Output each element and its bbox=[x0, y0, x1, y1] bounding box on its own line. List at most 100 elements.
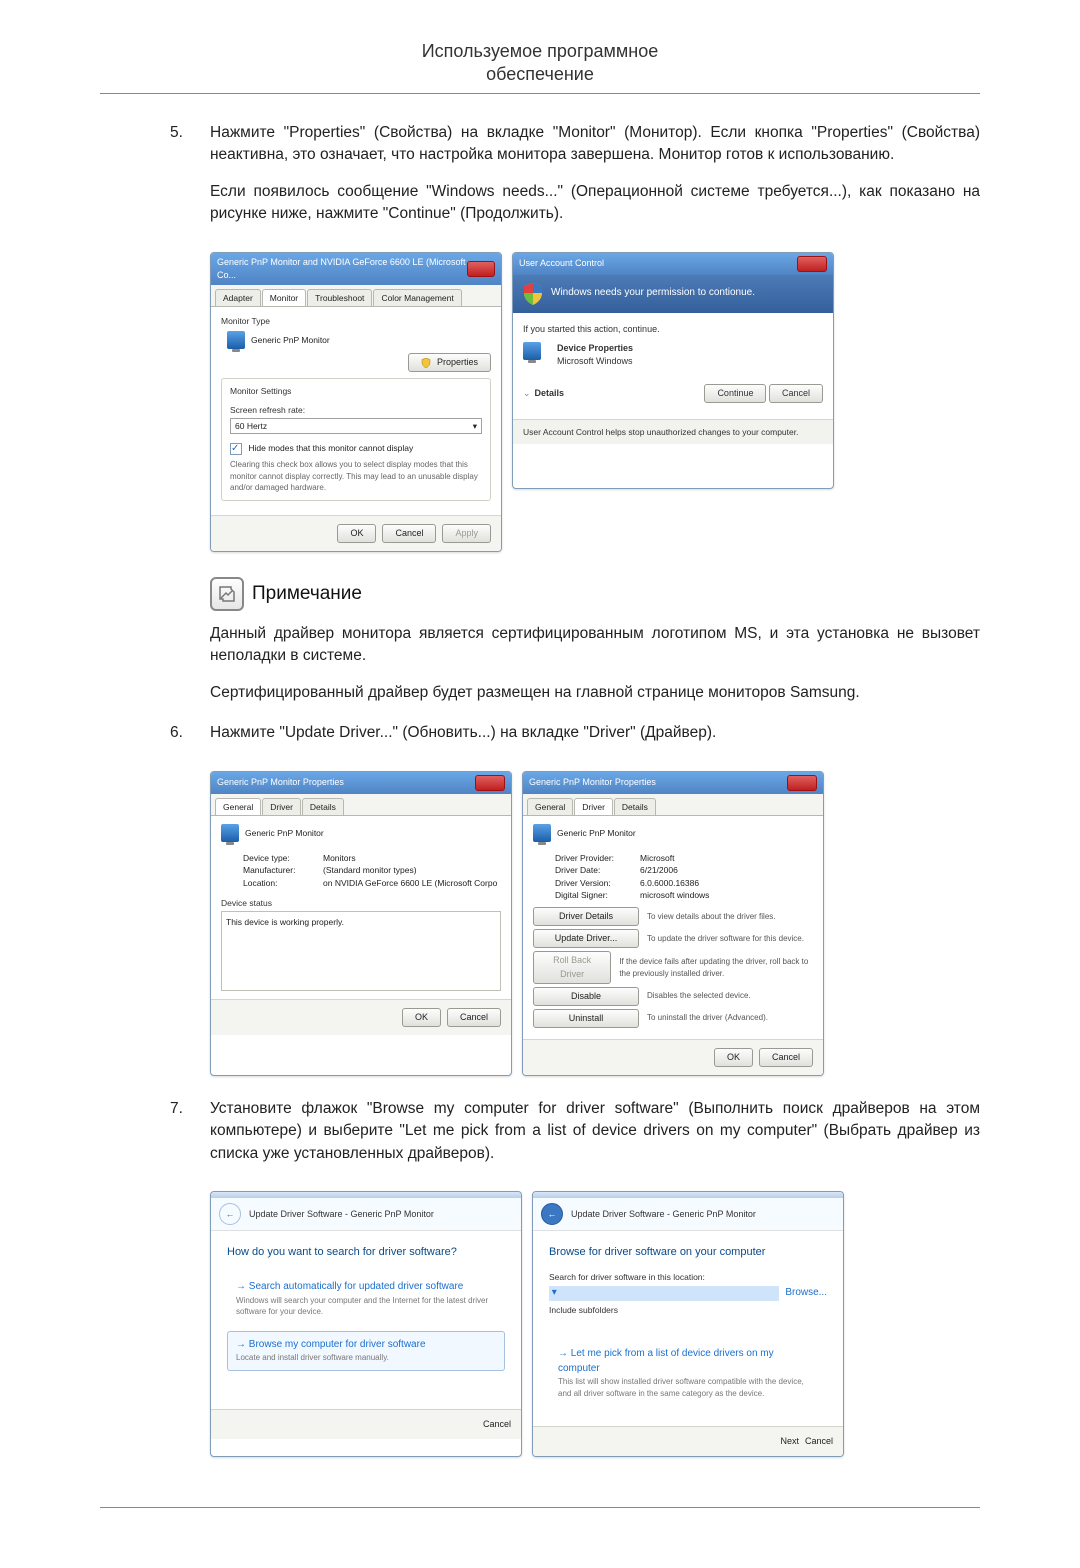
window-title: Generic PnP Monitor Properties bbox=[217, 776, 344, 789]
location-value: on NVIDIA GeForce 6600 LE (Microsoft Cor… bbox=[323, 877, 497, 889]
device-type-value: Monitors bbox=[323, 852, 356, 864]
option-pick-from-list[interactable]: → Let me pick from a list of device driv… bbox=[549, 1340, 827, 1406]
tab-color-management[interactable]: Color Management bbox=[373, 289, 461, 306]
refresh-rate-select[interactable]: 60 Hertz ▾ bbox=[230, 418, 482, 434]
ok-button[interactable]: OK bbox=[402, 1008, 441, 1027]
chevron-down-icon[interactable]: ⌄ bbox=[523, 387, 531, 400]
step-6: 6. Нажмите "Update Driver..." (Обновить.… bbox=[170, 722, 980, 758]
refresh-rate-label: Screen refresh rate: bbox=[230, 404, 482, 416]
content: 5. Нажмите "Properties" (Свойства) на вк… bbox=[100, 122, 980, 1458]
driver-props-general-window: Generic PnP Monitor Properties General D… bbox=[210, 771, 512, 1076]
monitor-settings-label: Monitor Settings bbox=[230, 385, 482, 397]
monitor-icon bbox=[221, 824, 239, 842]
apply-button[interactable]: Apply bbox=[442, 524, 491, 543]
hide-modes-label: Hide modes that this monitor cannot disp… bbox=[248, 443, 413, 453]
monitor-icon bbox=[227, 331, 245, 349]
tab-general[interactable]: General bbox=[527, 798, 573, 815]
monitor-type-label: Monitor Type bbox=[221, 315, 491, 327]
digital-signer-value: microsoft windows bbox=[640, 889, 709, 901]
continue-button[interactable]: Continue bbox=[704, 384, 766, 403]
cancel-button[interactable]: Cancel bbox=[769, 384, 823, 403]
driver-version-label: Driver Version: bbox=[555, 877, 640, 889]
chevron-down-icon: ▾ bbox=[552, 1287, 557, 1298]
figure-group-1: Generic PnP Monitor and NVIDIA GeForce 6… bbox=[210, 252, 980, 552]
note-para-1: Данный драйвер монитора является сертифи… bbox=[210, 623, 980, 668]
note-block: Примечание Данный драйвер монитора являе… bbox=[210, 577, 980, 704]
hide-modes-checkbox[interactable] bbox=[230, 443, 242, 455]
monitor-icon bbox=[533, 824, 551, 842]
wizard-headline: How do you want to search for driver sof… bbox=[227, 1245, 505, 1261]
tab-general[interactable]: General bbox=[215, 798, 261, 815]
step-5: 5. Нажмите "Properties" (Свойства) на вк… bbox=[170, 122, 980, 240]
close-icon[interactable] bbox=[475, 775, 505, 791]
titlebar: Generic PnP Monitor Properties bbox=[211, 772, 511, 794]
device-type-label: Device type: bbox=[243, 852, 323, 864]
browse-button[interactable]: Browse... bbox=[785, 1286, 827, 1301]
titlebar: User Account Control bbox=[513, 253, 833, 275]
tab-driver[interactable]: Driver bbox=[262, 798, 301, 815]
figure-group-2: Generic PnP Monitor Properties General D… bbox=[210, 771, 980, 1076]
uac-app-name: Device Properties bbox=[557, 342, 633, 355]
update-driver-button[interactable]: Update Driver... bbox=[533, 929, 639, 948]
next-button[interactable]: Next bbox=[780, 1435, 799, 1448]
window-title: Generic PnP Monitor Properties bbox=[529, 776, 656, 789]
tab-details[interactable]: Details bbox=[302, 798, 344, 815]
driver-details-desc: To view details about the driver files. bbox=[647, 911, 776, 923]
driver-version-value: 6.0.6000.16386 bbox=[640, 877, 699, 889]
cancel-button[interactable]: Cancel bbox=[759, 1048, 813, 1067]
update-driver-wizard-browse: ← Update Driver Software - Generic PnP M… bbox=[532, 1191, 844, 1457]
update-driver-desc: To update the driver software for this d… bbox=[647, 933, 804, 945]
driver-date-label: Driver Date: bbox=[555, 864, 640, 876]
page-header: Используемое программное обеспечение bbox=[100, 40, 980, 94]
step-5-para-2: Если появилось сообщение "Windows needs.… bbox=[210, 181, 980, 226]
uac-header-bar: Windows needs your permission to contion… bbox=[513, 275, 833, 313]
uninstall-button[interactable]: Uninstall bbox=[533, 1009, 639, 1028]
driver-provider-value: Microsoft bbox=[640, 852, 674, 864]
disable-desc: Disables the selected device. bbox=[647, 990, 751, 1002]
window-title: User Account Control bbox=[519, 257, 604, 270]
back-arrow-icon[interactable]: ← bbox=[219, 1203, 241, 1225]
uac-if-started: If you started this action, continue. bbox=[523, 323, 823, 336]
document-page: Используемое программное обеспечение 5. … bbox=[0, 0, 1080, 1568]
breadcrumb: Update Driver Software - Generic PnP Mon… bbox=[249, 1208, 434, 1221]
shield-icon bbox=[421, 358, 431, 368]
ok-button[interactable]: OK bbox=[714, 1048, 753, 1067]
titlebar: Generic PnP Monitor Properties bbox=[523, 772, 823, 794]
tab-adapter[interactable]: Adapter bbox=[215, 289, 261, 306]
header-line1: Используемое программное bbox=[100, 40, 980, 63]
update-driver-wizard-search: ← Update Driver Software - Generic PnP M… bbox=[210, 1191, 522, 1457]
chevron-down-icon: ▾ bbox=[473, 420, 477, 432]
search-location-label: Search for driver software in this locat… bbox=[549, 1271, 827, 1283]
titlebar: Generic PnP Monitor and NVIDIA GeForce 6… bbox=[211, 253, 501, 285]
details-toggle[interactable]: Details bbox=[535, 387, 565, 400]
close-icon[interactable] bbox=[467, 261, 495, 277]
ok-button[interactable]: OK bbox=[337, 524, 376, 543]
back-arrow-icon[interactable]: ← bbox=[541, 1203, 563, 1225]
close-icon[interactable] bbox=[787, 775, 817, 791]
option-search-automatically[interactable]: → Search automatically for updated drive… bbox=[227, 1273, 505, 1325]
uac-window: User Account Control Windows needs your … bbox=[512, 252, 834, 489]
close-icon[interactable] bbox=[797, 256, 827, 272]
driver-details-button[interactable]: Driver Details bbox=[533, 907, 639, 926]
note-icon bbox=[210, 577, 244, 611]
cancel-button[interactable]: Cancel bbox=[447, 1008, 501, 1027]
tab-driver[interactable]: Driver bbox=[574, 798, 613, 815]
cancel-button[interactable]: Cancel bbox=[483, 1418, 511, 1431]
cancel-button[interactable]: Cancel bbox=[805, 1435, 833, 1448]
properties-button[interactable]: Properties bbox=[408, 353, 491, 372]
location-combobox[interactable]: ▾ bbox=[549, 1286, 779, 1301]
hide-modes-desc: Clearing this check box allows you to se… bbox=[230, 459, 482, 494]
header-line2: обеспечение bbox=[100, 63, 980, 86]
rollback-driver-button[interactable]: Roll Back Driver bbox=[533, 951, 611, 983]
tab-troubleshoot[interactable]: Troubleshoot bbox=[307, 289, 372, 306]
location-label: Location: bbox=[243, 877, 323, 889]
cancel-button[interactable]: Cancel bbox=[382, 524, 436, 543]
tab-monitor[interactable]: Monitor bbox=[262, 289, 306, 306]
step-5-para-1: Нажмите "Properties" (Свойства) на вклад… bbox=[210, 122, 980, 167]
uninstall-desc: To uninstall the driver (Advanced). bbox=[647, 1012, 768, 1024]
tab-details[interactable]: Details bbox=[614, 798, 656, 815]
disable-button[interactable]: Disable bbox=[533, 987, 639, 1006]
uac-app-publisher: Microsoft Windows bbox=[557, 355, 633, 368]
figure-group-3: ← Update Driver Software - Generic PnP M… bbox=[210, 1191, 980, 1457]
option-browse-manually[interactable]: → Browse my computer for driver software… bbox=[227, 1331, 505, 1371]
